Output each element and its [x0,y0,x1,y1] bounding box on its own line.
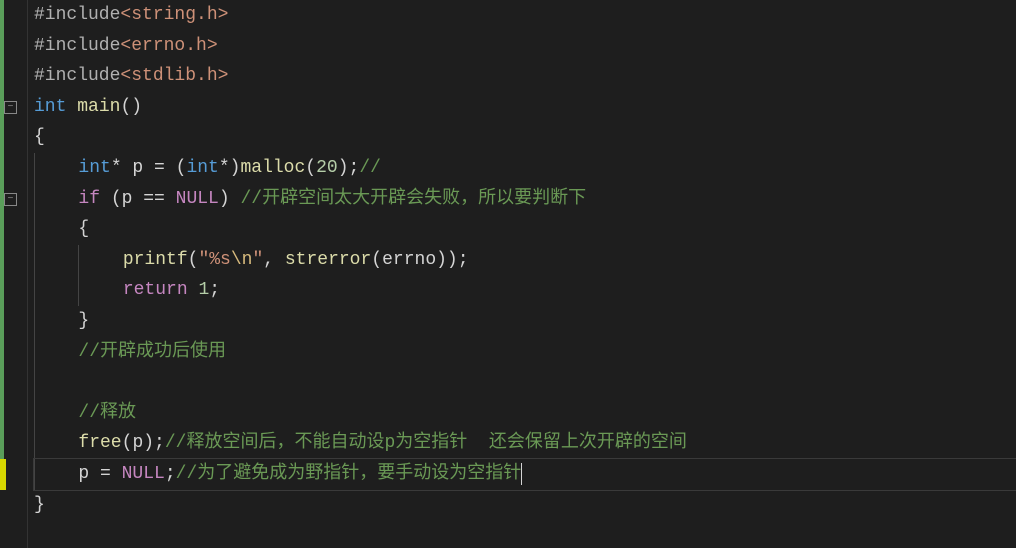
token: #include [34,31,120,62]
code-line[interactable]: if (p == NULL) //开辟空间太大开辟会失败，所以要判断下 [34,184,1016,215]
token [188,275,199,306]
token: errno [382,245,436,276]
token: <errno.h> [120,31,217,62]
token: int [78,153,110,184]
token: ); [143,428,165,459]
token: ; [165,459,176,490]
token: "%s [198,245,230,276]
code-area[interactable]: #include<string.h>#include<errno.h>#incl… [28,0,1016,548]
token: p [132,153,143,184]
change-marker-current [0,459,6,490]
token: p [132,428,143,459]
code-line[interactable]: //释放 [34,398,1016,429]
token: = [89,459,121,490]
code-line[interactable]: free(p);//释放空间后，不能自动设p为空指针 还会保留上次开辟的空间 [34,428,1016,459]
text-caret [521,463,522,485]
code-editor[interactable]: − − #include<string.h>#include<errno.h>#… [0,0,1016,548]
indent-guide [78,245,79,276]
code-line[interactable]: return 1; [34,275,1016,306]
indent-guide [34,184,35,215]
token: p [78,459,89,490]
fold-toggle-icon[interactable]: − [4,193,17,206]
token: ( [100,184,122,215]
indent-guide [34,428,35,459]
token: printf [123,245,188,276]
indent-guide [34,337,35,368]
token: NULL [122,459,165,490]
token: <string.h> [120,0,228,31]
token: //开辟空间太大开辟会失败，所以要判断下 [240,184,586,215]
token: ( [305,153,316,184]
token: //释放空间后，不能自动设p为空指针 还会保留上次开辟的空间 [165,428,687,459]
code-line[interactable]: int* p = (int*)malloc(20);// [34,153,1016,184]
token: // [359,153,381,184]
code-line[interactable]: #include<stdlib.h> [34,61,1016,92]
token: () [120,92,142,123]
token: )); [436,245,468,276]
code-line[interactable] [34,367,1016,398]
token: * [111,153,133,184]
indent-guide [34,245,35,276]
code-line[interactable]: { [34,122,1016,153]
token: free [78,428,121,459]
token: int [186,153,218,184]
token: NULL [176,184,219,215]
token: { [78,214,89,245]
indent-guide [34,459,35,490]
token: 20 [316,153,338,184]
token: #include [34,61,120,92]
token: #include [34,0,120,31]
token: ); [338,153,360,184]
token: == [132,184,175,215]
token: ) [219,184,241,215]
token: , [263,245,285,276]
token: ( [371,245,382,276]
code-line[interactable]: p = NULL;//为了避免成为野指针，要手动设为空指针 [34,459,1016,490]
token: = ( [143,153,186,184]
indent-guide [34,275,35,306]
token [66,92,77,123]
code-line[interactable]: } [34,490,1016,521]
token: //为了避免成为野指针，要手动设为空指针 [176,459,522,490]
token: <stdlib.h> [120,61,228,92]
code-line[interactable]: } [34,306,1016,337]
indent-guide [34,398,35,429]
token: if [78,184,100,215]
token: ( [122,428,133,459]
change-marker [0,0,4,490]
token: //释放 [78,398,136,429]
token: int [34,92,66,123]
code-line[interactable]: #include<errno.h> [34,31,1016,62]
indent-guide [78,275,79,306]
token: \n [231,245,253,276]
indent-guide [34,306,35,337]
token: *) [219,153,241,184]
token: malloc [240,153,305,184]
token: " [252,245,263,276]
code-line[interactable]: { [34,214,1016,245]
code-line[interactable]: printf("%s\n", strerror(errno)); [34,245,1016,276]
fold-toggle-icon[interactable]: − [4,101,17,114]
indent-guide [34,367,35,398]
token: main [77,92,120,123]
token: p [122,184,133,215]
token: } [34,490,45,521]
token: return [123,275,188,306]
code-line[interactable]: int main() [34,92,1016,123]
indent-guide [34,153,35,184]
indent-guide [34,214,35,245]
token: } [78,306,89,337]
token: //开辟成功后使用 [78,337,226,368]
token: { [34,122,45,153]
code-line[interactable]: #include<string.h> [34,0,1016,31]
token: ; [209,275,220,306]
token: ( [188,245,199,276]
code-line[interactable]: //开辟成功后使用 [34,337,1016,368]
token: 1 [198,275,209,306]
token: strerror [285,245,371,276]
